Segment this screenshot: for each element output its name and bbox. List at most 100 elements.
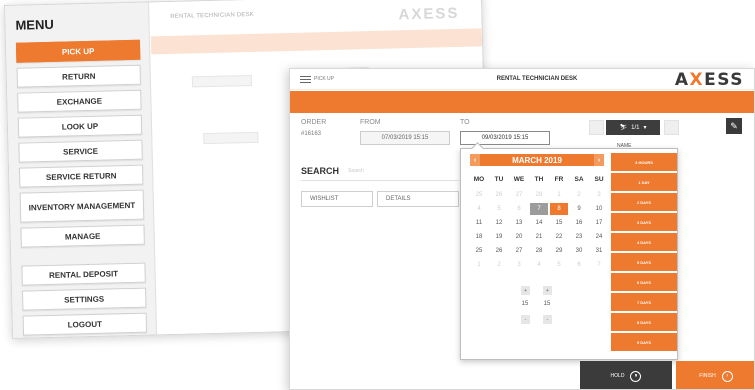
search-input[interactable]: Search [348,168,364,174]
calendar-day[interactable]: 26 [490,189,508,201]
calendar-day[interactable]: 14 [530,217,548,229]
prev-control[interactable] [589,120,604,135]
minute-up-button[interactable]: + [543,286,552,295]
calendar-day[interactable]: 4 [470,203,488,215]
calendar-day[interactable]: 26 [490,245,508,257]
from-label: FROM [360,119,381,126]
to-label: TO [460,119,470,126]
weekday-header: MO [473,176,485,183]
duration-2-days-button[interactable]: 2 DAYS [611,193,677,211]
orange-header-band [290,91,754,113]
search-label: SEARCH [301,166,340,176]
calendar-day[interactable]: 17 [590,217,608,229]
calendar-day[interactable]: 2 [570,189,588,201]
menu-item-inventory-management[interactable]: INVENTORY MANAGEMENT [19,189,145,223]
tab-wishlist[interactable]: WISHLIST [301,191,373,207]
back-date-field [191,74,253,88]
duration-8-days-button[interactable]: 8 DAYS [611,313,677,331]
menu-item-service-return[interactable]: SERVICE RETURN [18,164,144,188]
calendar-day[interactable]: 9 [570,203,588,215]
menu-panel: MENU PICK UP RETURN EXCHANGE LOOK UP SER… [5,2,158,338]
calendar-day[interactable]: 3 [590,189,608,201]
calendar-day[interactable]: 6 [570,259,588,271]
calendar-day[interactable]: 21 [530,231,548,243]
calendar-day[interactable]: 12 [490,217,508,229]
pause-icon: ⏸ [630,370,642,382]
duration-3-days-button[interactable]: 3 DAYS [611,213,677,231]
duration-1-day-button[interactable]: 1 DAY [611,173,677,191]
to-date-field[interactable]: 09/03/2019 15:15 [460,131,550,145]
date-picker-popup: ‹ MARCH 2019 › MO TU WE TH FR SA SU 25 26 27 28 1 2 3… [460,148,678,360]
duration-4-days-button[interactable]: 4 DAYS [611,233,677,251]
minute-down-button[interactable]: - [543,315,552,324]
calendar-day[interactable]: 1 [470,259,488,271]
weekday-header: TU [494,176,504,183]
calendar-day[interactable]: 30 [570,245,588,257]
menu-item-exchange[interactable]: EXCHANGE [17,89,142,113]
calendar-day-end[interactable]: 8 [550,203,568,215]
duration-5-days-button[interactable]: 5 DAYS [611,253,677,271]
calendar-day[interactable]: 25 [470,245,488,257]
calendar-day[interactable]: 13 [510,217,528,229]
calendar-day[interactable]: 31 [590,245,608,257]
duration-6-days-button[interactable]: 6 DAYS [611,273,677,291]
calendar-day[interactable]: 19 [490,231,508,243]
calendar-day[interactable]: 10 [590,203,608,215]
calendar-day[interactable]: 24 [590,231,608,243]
next-control[interactable] [664,120,679,135]
menu-item-service[interactable]: SERVICE [18,139,143,163]
calendar-day-start[interactable]: 7 [530,203,548,215]
menu-item-pick-up[interactable]: PICK UP [15,39,141,63]
back-window-title: RENTAL TECHNICIAN DESK [170,11,255,20]
menu-item-look-up[interactable]: LOOK UP [17,114,143,138]
calendar-day[interactable]: 5 [550,259,568,271]
hold-button[interactable]: HOLD ⏸ [580,361,672,389]
calendar-day[interactable]: 3 [510,259,528,271]
calendar-day[interactable]: 29 [550,245,568,257]
duration-9-days-button[interactable]: 9 DAYS [611,333,677,351]
calendar-day[interactable]: 27 [510,189,528,201]
duration-3-hours-button[interactable]: 3 HOURS [611,153,677,171]
calendar-day[interactable]: 20 [510,231,528,243]
duration-7-days-button[interactable]: 7 DAYS [611,293,677,311]
calendar-day[interactable]: 11 [470,217,488,229]
from-date-field[interactable]: 07/03/2019 15:15 [360,131,450,145]
calendar-month-label: MARCH 2019 [512,155,562,165]
minute-value: 15 [543,301,551,307]
finish-button[interactable]: FINISH › [676,361,754,389]
hour-up-button[interactable]: + [521,286,530,295]
calendar-day[interactable]: 2 [490,259,508,271]
tab-details[interactable]: DETAILS [377,191,459,207]
calendar-day[interactable]: 22 [550,231,568,243]
calendar-day[interactable]: 18 [470,231,488,243]
calendar-day[interactable]: 25 [470,189,488,201]
calendar-day[interactable]: 4 [530,259,548,271]
menu-item-manage[interactable]: MANAGE [20,224,145,248]
calendar-day[interactable]: 5 [490,203,508,215]
calendar-day[interactable]: 6 [510,203,528,215]
weekday-header: SU [594,176,604,183]
back-logo: AXESS [398,4,460,24]
calendar-day[interactable]: 23 [570,231,588,243]
edit-pencil-icon[interactable]: ✎ [726,118,742,134]
calendar-day[interactable]: 27 [510,245,528,257]
menu-item-return[interactable]: RETURN [16,64,141,88]
calendar-day[interactable]: 7 [590,259,608,271]
calendar-day[interactable]: 28 [530,189,548,201]
weekday-header: FR [554,176,564,183]
menu-item-settings[interactable]: SETTINGS [21,287,147,311]
weekday-header: TH [534,176,544,183]
hour-down-button[interactable]: - [521,315,530,324]
ski-selector-dropdown[interactable]: ⛷ 1/1 ▾ [606,120,660,135]
next-month-button[interactable]: › [594,154,604,166]
weekday-header: SA [574,176,584,183]
calendar-day[interactable]: 1 [550,189,568,201]
prev-month-button[interactable]: ‹ [470,154,480,166]
calendar-day[interactable]: 28 [530,245,548,257]
hour-value: 15 [521,301,529,307]
calendar-day[interactable]: 16 [570,217,588,229]
calendar-day[interactable]: 15 [550,217,568,229]
menu-item-logout[interactable]: LOGOUT [22,312,148,336]
menu-item-rental-deposit[interactable]: RENTAL DEPOSIT [21,262,146,286]
menu-title: MENU [15,16,54,33]
